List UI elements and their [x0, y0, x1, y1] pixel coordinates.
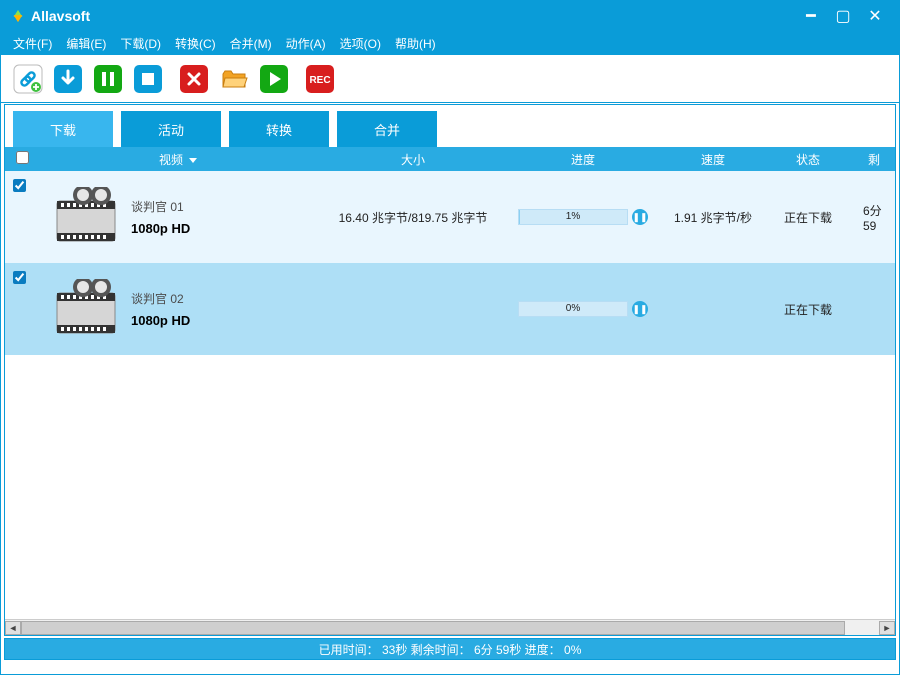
- table-row[interactable]: 谈判官 02 1080p HD 0% ❚❚ 正在下载: [5, 263, 895, 355]
- video-thumb-icon: [53, 279, 119, 339]
- progress-text: 0%: [519, 303, 627, 314]
- menu-convert[interactable]: 转换(C): [175, 35, 216, 52]
- minimize-button[interactable]: ━: [795, 6, 827, 26]
- tab-strip: 下载 活动 转换 合并: [5, 105, 895, 147]
- col-progress[interactable]: 进度: [503, 151, 663, 168]
- video-thumb-icon: [53, 187, 119, 247]
- progress-text: 1%: [519, 211, 627, 222]
- progress-bar: 0%: [518, 301, 628, 317]
- start-button[interactable]: [259, 64, 289, 94]
- status-cell: 正在下载: [763, 209, 853, 226]
- pause-button[interactable]: [93, 64, 123, 94]
- app-logo-icon: [11, 9, 25, 23]
- progress-bar: 1%: [518, 209, 628, 225]
- video-resolution: 1080p HD: [131, 313, 190, 328]
- tab-convert[interactable]: 转换: [229, 111, 329, 147]
- col-speed[interactable]: 速度: [663, 151, 763, 168]
- content-panel: 下载 活动 转换 合并 视频 大小 进度 速度 状态 剩: [4, 104, 896, 636]
- video-name: 谈判官 02: [131, 290, 190, 307]
- row-pause-button[interactable]: ❚❚: [632, 301, 648, 317]
- close-button[interactable]: ✕: [859, 6, 891, 26]
- menubar: 文件(F) 编辑(E) 下载(D) 转换(C) 合并(M) 动作(A) 选项(O…: [1, 31, 899, 55]
- video-name: 谈判官 01: [131, 198, 190, 215]
- tab-download[interactable]: 下载: [13, 111, 113, 147]
- row-checkbox[interactable]: [13, 271, 26, 284]
- tab-merge[interactable]: 合并: [337, 111, 437, 147]
- tab-activity[interactable]: 活动: [121, 111, 221, 147]
- table-header: 视频 大小 进度 速度 状态 剩: [5, 147, 895, 171]
- toolbar: REC: [1, 55, 899, 103]
- col-status[interactable]: 状态: [763, 151, 853, 168]
- paste-url-button[interactable]: [13, 64, 43, 94]
- statusbar: 已用时间： 33秒 剩余时间： 6分 59秒 进度： 0%: [4, 638, 896, 660]
- open-folder-button[interactable]: [219, 64, 249, 94]
- menu-action[interactable]: 动作(A): [286, 35, 326, 52]
- size-cell: 16.40 兆字节/819.75 兆字节: [323, 209, 503, 226]
- col-video[interactable]: 视频: [33, 151, 323, 168]
- scroll-right-arrow[interactable]: ►: [879, 621, 895, 635]
- menu-options[interactable]: 选项(O): [340, 35, 381, 52]
- video-resolution: 1080p HD: [131, 221, 190, 236]
- scroll-thumb[interactable]: [21, 621, 845, 635]
- svg-text:REC: REC: [309, 75, 330, 86]
- maximize-button[interactable]: ▢: [827, 6, 859, 26]
- table-row[interactable]: 谈判官 01 1080p HD 16.40 兆字节/819.75 兆字节 1% …: [5, 171, 895, 263]
- window-title: Allavsoft: [31, 8, 795, 24]
- download-list: 谈判官 01 1080p HD 16.40 兆字节/819.75 兆字节 1% …: [5, 171, 895, 619]
- row-pause-button[interactable]: ❚❚: [632, 209, 648, 225]
- menu-merge[interactable]: 合并(M): [230, 35, 272, 52]
- delete-button[interactable]: [179, 64, 209, 94]
- scroll-left-arrow[interactable]: ◄: [5, 621, 21, 635]
- select-all-checkbox[interactable]: [16, 151, 29, 164]
- remain-cell: 6分 59: [853, 202, 895, 233]
- status-text: 已用时间： 33秒 剩余时间： 6分 59秒 进度： 0%: [319, 641, 582, 658]
- download-button[interactable]: [53, 64, 83, 94]
- col-remain[interactable]: 剩: [853, 151, 895, 168]
- menu-edit[interactable]: 编辑(E): [66, 35, 106, 52]
- col-size[interactable]: 大小: [323, 151, 503, 168]
- record-button[interactable]: REC: [305, 64, 335, 94]
- speed-cell: 1.91 兆字节/秒: [663, 209, 763, 226]
- menu-download[interactable]: 下载(D): [120, 35, 161, 52]
- status-cell: 正在下载: [763, 301, 853, 318]
- stop-button[interactable]: [133, 64, 163, 94]
- titlebar: Allavsoft ━ ▢ ✕: [1, 1, 899, 31]
- menu-help[interactable]: 帮助(H): [395, 35, 436, 52]
- horizontal-scrollbar[interactable]: ◄ ►: [5, 619, 895, 635]
- row-checkbox[interactable]: [13, 179, 26, 192]
- menu-file[interactable]: 文件(F): [13, 35, 52, 52]
